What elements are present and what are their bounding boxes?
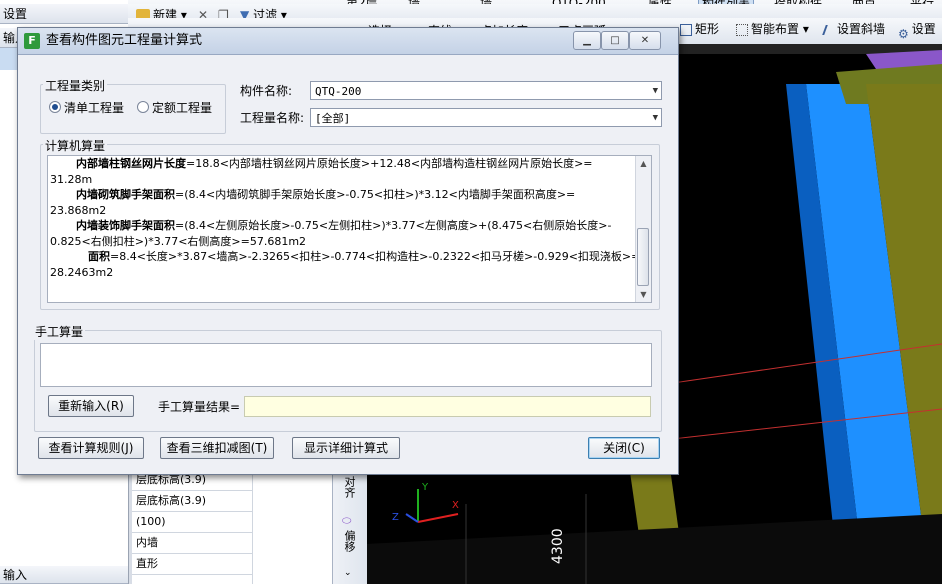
z-axis-gizmo [405, 513, 419, 523]
offset-icon: ⬭ [342, 514, 352, 527]
left-panel-footer: 输入 [0, 566, 128, 584]
calc-line: 内部墙柱钢丝网片长度=18.8<内部墙柱钢丝网片原始长度>+12.48<内部墙构… [50, 156, 636, 172]
scroll-thumb[interactable] [637, 228, 649, 286]
radio-quota-quantity[interactable]: 定额工程量 [137, 99, 212, 116]
quantity-type-group: 工程量类别 清单工程量 定额工程量 [40, 77, 226, 134]
calc-line-heading: 面积 [88, 250, 110, 263]
slope-wall-button[interactable]: 设置斜墙 [822, 18, 885, 40]
calc-line: 面积=8.4<长度>*3.87<墙高>-2.3265<扣柱>-0.774<扣构造… [50, 249, 640, 265]
calc-line-heading: 内墙装饰脚手架面积 [76, 219, 175, 232]
manual-result-label: 手工算量结果= [158, 400, 241, 414]
property-list: 层底标高(3.9) 层底标高(3.9) (100) 内墙 直形 [132, 470, 253, 584]
maximize-button[interactable]: □ [601, 31, 629, 50]
left-panel-header: 设置 [0, 4, 128, 24]
align-button[interactable]: 对齐 [341, 476, 357, 498]
calc-line-text: 28.2463m2 [50, 265, 114, 279]
show-detail-formula-button[interactable]: 显示详细计算式 [292, 437, 400, 459]
dimension-label: 4300 [550, 528, 566, 564]
chevron-down-icon: ▼ [652, 86, 658, 96]
calc-line-text: 23.868m2 [50, 203, 107, 217]
radio-list-quantity[interactable]: 清单工程量 [49, 99, 124, 116]
calc-line-heading: 内部墙柱钢丝网片长度 [76, 157, 186, 170]
grid-icon [736, 23, 748, 36]
calc-line: 0.825<右侧扣柱>)*3.77<右侧高度>=57.681m2 [50, 234, 636, 250]
dialog-title: 查看构件图元工程量计算式 [46, 33, 203, 48]
scroll-down-icon[interactable]: ▼ [636, 287, 651, 302]
property-row[interactable]: 层底标高(3.9) [132, 491, 252, 512]
quantity-name-label: 工程量名称: [240, 111, 305, 125]
calc-line-text: =(8.4<左侧原始长度>-0.75<左侧扣柱>)*3.77<左侧高度>+(8.… [175, 219, 612, 232]
calc-line: 28.2463m2 [50, 265, 636, 281]
property-row[interactable]: (100) [132, 512, 252, 533]
component-name-select[interactable]: QTQ-200 ▼ [310, 81, 662, 100]
side-toolbar: 对齐 ⬭ 偏移 ⌄ [332, 470, 367, 584]
property-values [252, 470, 333, 584]
calc-lines: 内部墙柱钢丝网片长度=18.8<内部墙柱钢丝网片原始长度>+12.48<内部墙构… [48, 156, 640, 281]
axis-x-label: X [452, 500, 459, 511]
property-row[interactable]: 内墙 [132, 533, 252, 554]
chevron-down-icon: ▼ [652, 113, 658, 123]
offset-button[interactable]: 偏移 [341, 530, 357, 552]
calc-line-text: 31.28m [50, 172, 93, 186]
view-3d-deduction-button[interactable]: 查看三维扣减图(T) [160, 437, 274, 459]
quantity-formula-dialog: F 查看构件图元工程量计算式 ▁ □ ✕ 工程量类别 清单工程量 定额工程量 构… [17, 27, 679, 475]
property-row[interactable]: 直形 [132, 554, 252, 575]
calc-line-text: =(8.4<内墙砌筑脚手架原始长度>-0.75<扣柱>)*3.12<内墙脚手架面… [175, 188, 576, 201]
axis-y-label: Y [421, 482, 429, 493]
close-window-button[interactable]: ✕ [629, 31, 661, 50]
smart-layout-button[interactable]: 智能布置 ▾ [736, 18, 809, 40]
computer-calc-textarea[interactable]: 内部墙柱钢丝网片长度=18.8<内部墙柱钢丝网片原始长度>+12.48<内部墙构… [47, 155, 652, 303]
calc-line: 31.28m [50, 172, 636, 188]
radio-unselected-icon [137, 101, 149, 113]
rect-button[interactable]: 矩形 [680, 18, 719, 40]
calc-rules-button[interactable]: 查看计算规则(J) [38, 437, 144, 459]
calc-line-text: 0.825<右侧扣柱>)*3.77<右侧高度>=57.681m2 [50, 234, 307, 248]
rect-icon [680, 23, 692, 36]
calc-line: 23.868m2 [50, 203, 636, 219]
quantity-name-select[interactable]: [全部] ▼ [310, 108, 662, 127]
slope-icon [822, 24, 836, 35]
manual-calc-label: 手工算量 [33, 323, 86, 340]
manual-calc-textarea[interactable] [40, 343, 652, 387]
calc-line: 内墙装饰脚手架面积=(8.4<左侧原始长度>-0.75<左侧扣柱>)*3.77<… [50, 218, 636, 234]
calc-line-heading: 内墙砌筑脚手架面积 [76, 188, 175, 201]
settings-icon: ⚙ [898, 26, 909, 41]
app-icon: F [24, 33, 40, 49]
x-axis-gizmo [417, 513, 459, 523]
manual-result-field[interactable] [244, 396, 651, 417]
settings-button[interactable]: ⚙ 设置 [898, 18, 936, 41]
expand-down-icon[interactable]: ⌄ [344, 568, 352, 578]
calc-line-text: =8.4<长度>*3.87<墙高>-2.3265<扣柱>-0.774<扣构造柱>… [110, 250, 641, 263]
calc-line-text: =18.8<内部墙柱钢丝网片原始长度>+12.48<内部墙构造柱钢丝网片原始长度… [186, 157, 593, 170]
axis-z-label: Z [392, 512, 399, 523]
minimize-button[interactable]: ▁ [573, 31, 601, 50]
close-button[interactable]: 关闭(C) [588, 437, 660, 459]
reinput-button[interactable]: 重新输入(R) [48, 395, 134, 417]
calc-line: 内墙砌筑脚手架面积=(8.4<内墙砌筑脚手架原始长度>-0.75<扣柱>)*3.… [50, 187, 636, 203]
scroll-up-icon[interactable]: ▲ [636, 156, 651, 171]
dialog-titlebar[interactable]: F 查看构件图元工程量计算式 ▁ □ ✕ [18, 28, 678, 55]
calc-scrollbar[interactable]: ▲ ▼ [635, 156, 651, 302]
component-name-label: 构件名称: [240, 84, 293, 98]
computer-calc-label: 计算机算量 [43, 137, 108, 154]
radio-selected-icon [49, 101, 61, 113]
quantity-type-label: 工程量类别 [43, 77, 108, 94]
